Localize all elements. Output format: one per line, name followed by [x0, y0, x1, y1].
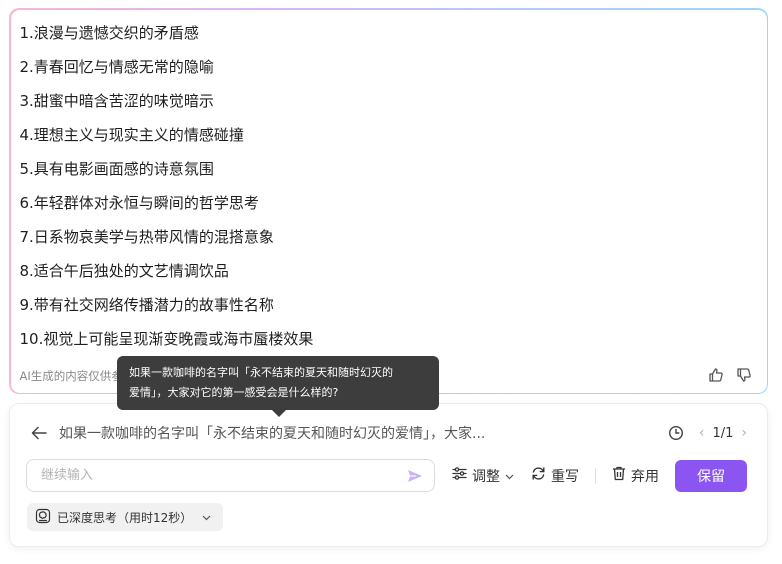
question-tooltip: 如果一款咖啡的名字叫「永不结束的夏天和随时幻灭的 爱情」，大家对它的第一感受会是… — [117, 356, 439, 417]
chevron-right-icon[interactable]: › — [741, 425, 747, 441]
refresh-icon — [531, 466, 546, 485]
action-bar: 调整 重写 弃用 保留 — [452, 459, 747, 492]
tooltip-line: 爱情」，大家对它的第一感受会是什么样的? — [129, 386, 339, 399]
deep-think-toggle[interactable]: 已深度思考（用时12秒） — [27, 503, 224, 531]
tooltip-line: 如果一款咖啡的名字叫「永不结束的夏天和随时幻灭的 — [129, 366, 393, 379]
question-row: 如果一款咖啡的名字叫「永不结束的夏天和随时幻灭的爱情」，大家... ‹ 1/1 … — [30, 422, 747, 444]
keep-button[interactable]: 保留 — [675, 459, 747, 492]
chevron-down-icon — [505, 468, 514, 484]
list-item: 8.适合午后独处的文艺情调饮品 — [19, 261, 229, 280]
trash-icon — [612, 466, 626, 485]
feedback-group — [707, 366, 753, 384]
list-item: 1.浪漫与遗憾交织的矛盾感 — [19, 23, 199, 42]
send-icon[interactable] — [406, 467, 424, 485]
pager: ‹ 1/1 › — [699, 425, 747, 441]
input-row: 调整 重写 — [26, 459, 751, 492]
adjust-button[interactable]: 调整 — [452, 466, 514, 486]
deep-think-label: 已深度思考（用时12秒） — [57, 510, 193, 525]
rewrite-button[interactable]: 重写 — [531, 466, 579, 486]
list-item: 9.带有社交网络传播潜力的故事性名称 — [19, 295, 274, 314]
rewrite-label: 重写 — [551, 468, 579, 485]
chevron-left-icon[interactable]: ‹ — [699, 425, 705, 441]
list-item: 5.具有电影画面感的诗意氛围 — [19, 159, 214, 178]
adjust-label: 调整 — [472, 468, 500, 485]
pager-count: 1/1 — [712, 425, 734, 441]
thumbs-down-icon[interactable] — [735, 366, 753, 384]
list-item: 4.理想主义与现实主义的情感碰撞 — [19, 125, 244, 144]
back-arrow-icon[interactable] — [30, 424, 48, 442]
list-item: 7.日系物哀美学与热带风情的混搭意象 — [19, 227, 274, 246]
divider — [595, 467, 596, 484]
list-item: 3.甜蜜中暗含苦涩的味觉暗示 — [19, 91, 214, 110]
result-card-inner: 1.浪漫与遗憾交织的矛盾感 2.青春回忆与情感无常的隐喻 3.甜蜜中暗含苦涩的味… — [10, 9, 767, 393]
question-preview[interactable]: 如果一款咖啡的名字叫「永不结束的夏天和随时幻灭的爱情」，大家... — [59, 423, 485, 443]
discard-label: 弃用 — [631, 468, 659, 485]
clock-icon[interactable] — [667, 424, 685, 442]
result-card: 1.浪漫与遗憾交织的矛盾感 2.青春回忆与情感无常的隐喻 3.甜蜜中暗含苦涩的味… — [9, 8, 768, 394]
chevron-down-icon — [202, 510, 211, 524]
continue-input-box — [26, 459, 435, 492]
thumbs-up-icon[interactable] — [707, 366, 725, 384]
brain-icon — [35, 508, 51, 527]
compose-panel: 如果一款咖啡的名字叫「永不结束的夏天和随时幻灭的爱情」，大家... ‹ 1/1 … — [9, 403, 768, 547]
continue-input[interactable] — [39, 467, 406, 484]
discard-button[interactable]: 弃用 — [612, 466, 659, 486]
sliders-icon — [452, 467, 467, 484]
history-controls: ‹ 1/1 › — [667, 422, 747, 444]
result-list: 1.浪漫与遗憾交织的矛盾感 2.青春回忆与情感无常的隐喻 3.甜蜜中暗含苦涩的味… — [20, 21, 314, 361]
list-item: 2.青春回忆与情感无常的隐喻 — [19, 57, 214, 76]
list-item: 6.年轻群体对永恒与瞬间的哲学思考 — [19, 193, 259, 212]
